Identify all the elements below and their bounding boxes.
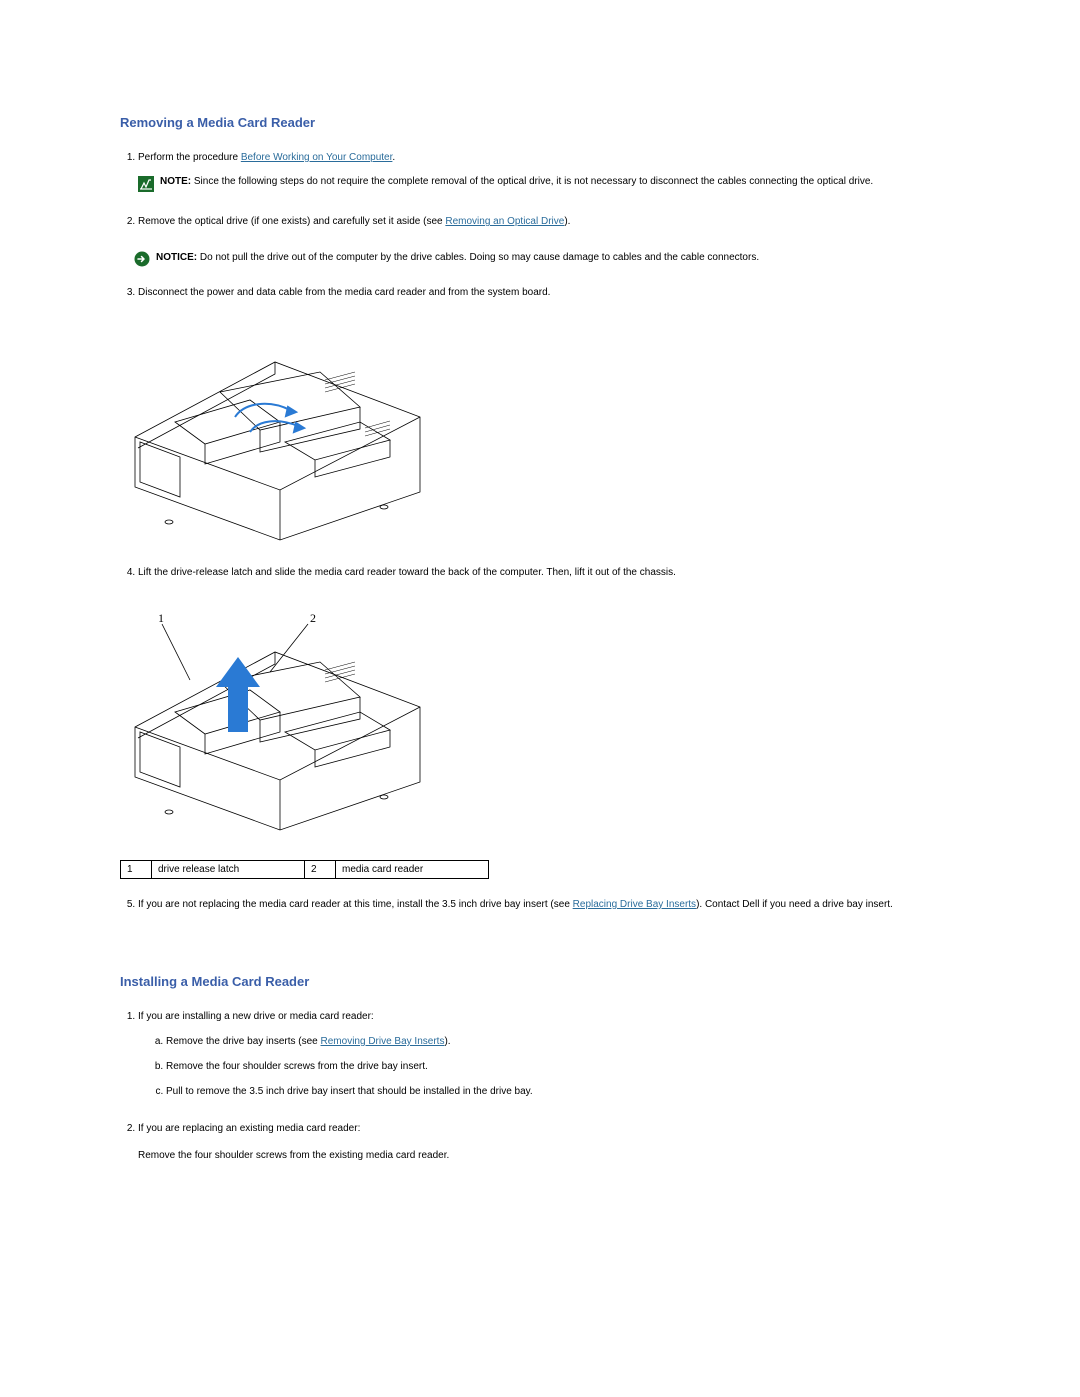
install-step-2-text: If you are replacing an existing media c… — [138, 1123, 360, 1134]
removing-steps-cont: Disconnect the power and data cable from… — [138, 285, 960, 300]
figure-lift-latch: 1 2 — [120, 602, 960, 842]
installing-steps: If you are installing a new drive or med… — [138, 1009, 960, 1163]
callout-table: 1 drive release latch 2 media card reade… — [120, 860, 489, 879]
note-icon — [138, 176, 154, 192]
notice-icon — [134, 251, 150, 267]
step-5-pre: If you are not replacing the media card … — [138, 899, 573, 910]
callout-label-1: drive release latch — [152, 861, 305, 879]
link-removing-optical[interactable]: Removing an Optical Drive — [445, 216, 564, 227]
step-5-post: ). Contact Dell if you need a drive bay … — [696, 899, 893, 910]
document-page: Removing a Media Card Reader Perform the… — [0, 0, 1080, 1265]
link-replacing-inserts[interactable]: Replacing Drive Bay Inserts — [573, 899, 696, 910]
figure-disconnect-cables — [120, 322, 960, 547]
notice-body: Do not pull the drive out of the compute… — [197, 252, 759, 263]
notice-block: NOTICE: Do not pull the drive out of the… — [134, 251, 960, 267]
callout-2: 2 — [310, 611, 316, 625]
step-2-post: ). — [564, 216, 570, 227]
callout-num-1: 1 — [121, 861, 152, 879]
install-step-2: If you are replacing an existing media c… — [138, 1121, 960, 1163]
note-block: NOTE: Since the following steps do not r… — [138, 175, 960, 192]
install-step-1-text: If you are installing a new drive or med… — [138, 1011, 374, 1022]
step-1-post: . — [392, 152, 395, 163]
install-step-1c: Pull to remove the 3.5 inch drive bay in… — [166, 1084, 960, 1099]
install-1a-post: ). — [444, 1036, 450, 1047]
install-1a-pre: Remove the drive bay inserts (see — [166, 1036, 321, 1047]
step-1: Perform the procedure Before Working on … — [138, 150, 960, 192]
install-step-1: If you are installing a new drive or med… — [138, 1009, 960, 1099]
note-text: NOTE: Since the following steps do not r… — [160, 175, 960, 190]
section-heading-installing: Installing a Media Card Reader — [120, 974, 960, 989]
link-before-working[interactable]: Before Working on Your Computer — [241, 152, 393, 163]
callout-1: 1 — [158, 611, 164, 625]
note-label: NOTE: — [160, 176, 191, 187]
removing-steps-cont3: If you are not replacing the media card … — [138, 897, 960, 912]
notice-label: NOTICE: — [156, 252, 197, 263]
install-step-2-body: Remove the four shoulder screws from the… — [138, 1148, 960, 1163]
install-substeps: Remove the drive bay inserts (see Removi… — [166, 1034, 960, 1099]
step-2-pre: Remove the optical drive (if one exists)… — [138, 216, 445, 227]
install-step-1b: Remove the four shoulder screws from the… — [166, 1059, 960, 1074]
callout-num-2: 2 — [305, 861, 336, 879]
note-body: Since the following steps do not require… — [191, 176, 873, 187]
removing-steps-cont2: Lift the drive-release latch and slide t… — [138, 565, 960, 580]
step-4: Lift the drive-release latch and slide t… — [138, 565, 960, 580]
step-5: If you are not replacing the media card … — [138, 897, 960, 912]
callout-label-2: media card reader — [336, 861, 489, 879]
install-step-1a: Remove the drive bay inserts (see Removi… — [166, 1034, 960, 1049]
removing-steps: Perform the procedure Before Working on … — [138, 150, 960, 229]
link-removing-inserts[interactable]: Removing Drive Bay Inserts — [321, 1036, 445, 1047]
step-3: Disconnect the power and data cable from… — [138, 285, 960, 300]
step-1-pre: Perform the procedure — [138, 152, 241, 163]
step-2: Remove the optical drive (if one exists)… — [138, 214, 960, 229]
section-heading-removing: Removing a Media Card Reader — [120, 115, 960, 130]
notice-text: NOTICE: Do not pull the drive out of the… — [156, 251, 960, 266]
